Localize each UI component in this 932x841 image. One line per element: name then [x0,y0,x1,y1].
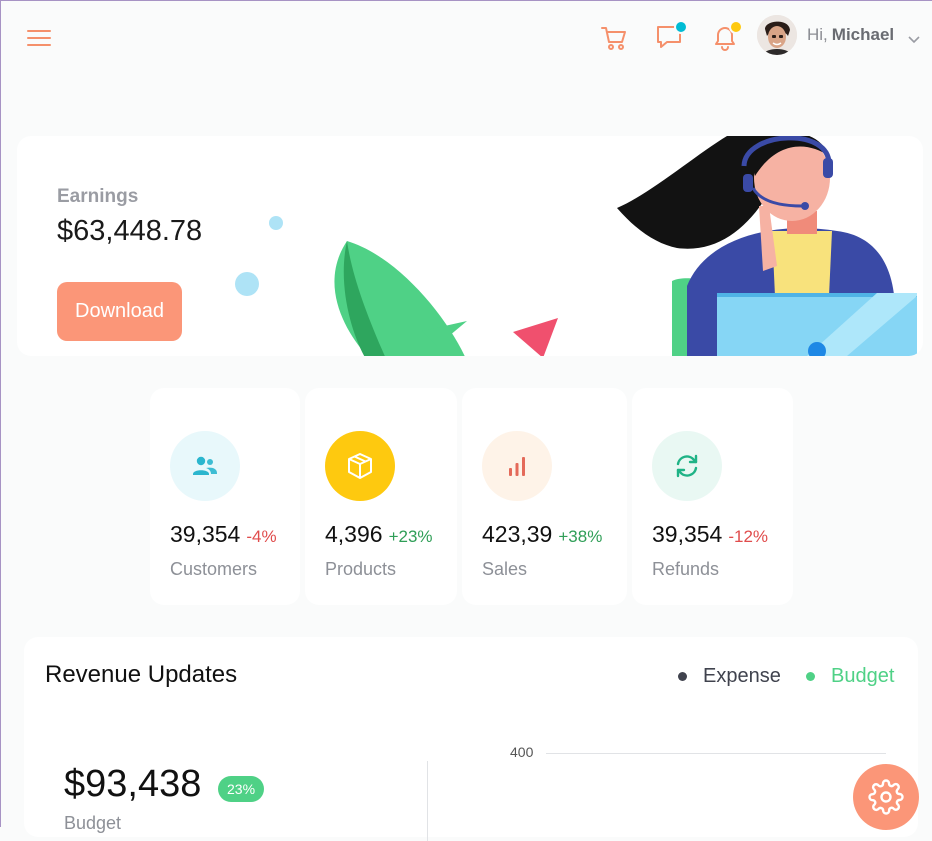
legend-expense[interactable]: Expense [678,665,781,688]
chart-gridline [546,753,886,754]
refunds-value: 39,354 [652,521,723,547]
customers-label: Customers [170,559,258,579]
customers-change: -4% [246,527,277,546]
revenue-title: Revenue Updates [45,661,238,688]
cart-icon[interactable] [599,23,629,53]
legend-budget-label: Budget [831,665,895,687]
sales-card: 423,39 +38% Sales [462,388,627,605]
products-value: 4,396 [325,521,383,547]
greeting-text: Hi, [807,25,828,44]
revenue-panel: Revenue Updates Expense Budget $93,438 2… [24,637,918,841]
bell-icon[interactable] [710,20,743,53]
legend-dot-budget [806,672,815,681]
sales-label: Sales [482,559,528,579]
settings-button[interactable] [853,764,919,830]
bar-chart-icon [482,431,552,501]
sales-value: 423,39 [482,521,553,547]
menu-icon[interactable] [27,27,51,49]
refunds-label: Refunds [652,559,720,579]
sales-change: +38% [558,527,603,546]
chat-icon[interactable] [655,20,688,53]
users-icon [170,431,240,501]
chat-notification-dot [674,20,688,34]
refresh-icon [652,431,722,501]
budget-value: $93,438 [64,763,202,805]
products-label: Products [325,559,397,579]
user-greeting[interactable]: Hi, Michael [807,25,894,45]
earnings-illustration [235,136,917,356]
customers-value: 39,354 [170,521,241,547]
divider [427,761,428,841]
refunds-card: 39,354 -12% Refunds [632,388,793,605]
box-icon [325,431,395,501]
legend-dot-expense [678,672,687,681]
products-card: 4,396 +23% Products [305,388,457,605]
avatar[interactable] [757,15,797,55]
bell-notification-dot [729,20,743,34]
user-name: Michael [831,25,895,44]
legend-expense-label: Expense [703,665,781,687]
refunds-change: -12% [728,527,769,546]
legend-budget[interactable]: Budget [806,665,894,688]
earnings-banner: Earnings $63,448.78 Download [17,136,923,356]
chevron-down-icon[interactable] [908,31,920,49]
y-axis-tick-label: 400 [510,744,534,760]
budget-label: Budget [64,813,122,833]
budget-change-badge: 23% [218,776,265,802]
products-change: +23% [388,527,433,546]
gear-icon [868,779,904,815]
customers-card: 39,354 -4% Customers [150,388,300,605]
